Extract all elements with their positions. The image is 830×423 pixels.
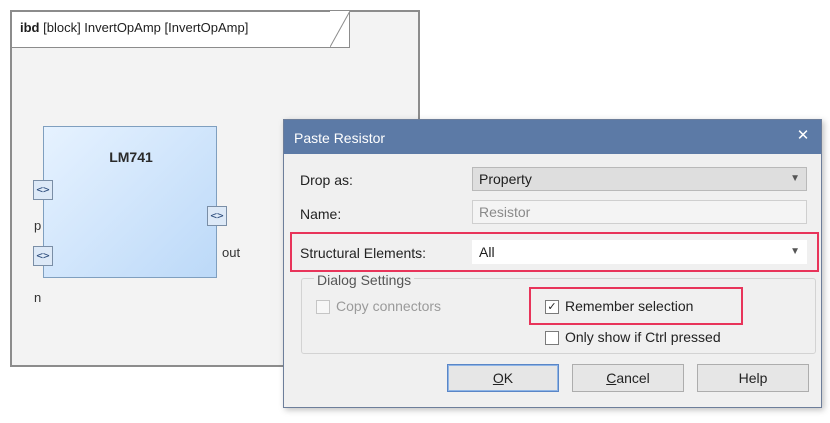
cancel-button[interactable]: Cancel	[572, 364, 684, 392]
port-n-label: n	[34, 290, 42, 305]
block-name: LM741	[109, 149, 153, 165]
port-n-icon[interactable]: <>	[33, 246, 53, 266]
frame-name-tab: ibd [block] InvertOpAmp [InvertOpAmp]	[12, 12, 350, 48]
drop-as-label: Drop as:	[300, 172, 353, 188]
port-out-label: out	[222, 245, 241, 260]
only-show-ctrl-label: Only show if Ctrl pressed	[565, 329, 721, 345]
structural-elements-value: All	[479, 244, 495, 260]
frame-title: ibd [block] InvertOpAmp [InvertOpAmp]	[20, 20, 248, 35]
frame-title-text: [block] InvertOpAmp [InvertOpAmp]	[43, 20, 249, 35]
copy-connectors-label: Copy connectors	[336, 298, 442, 314]
structural-elements-label: Structural Elements:	[300, 245, 427, 261]
remember-selection-checkbox[interactable]: ✓	[545, 300, 559, 314]
chevron-down-icon: ▼	[790, 173, 800, 184]
cancel-button-mnemonic: C	[606, 370, 617, 386]
frame-kind: ibd	[20, 20, 40, 35]
block-lm741[interactable]: LM741	[43, 126, 217, 278]
dialog-settings-legend: Dialog Settings	[314, 272, 415, 288]
dialog-title: Paste Resistor	[294, 130, 386, 146]
paste-resistor-dialog: Paste Resistor ✕ Drop as: Property ▼ Nam…	[283, 119, 822, 408]
drop-as-value: Property	[479, 171, 532, 187]
help-button[interactable]: Help	[697, 364, 809, 392]
ok-button[interactable]: OK	[447, 364, 559, 392]
structural-elements-select[interactable]: All ▼	[472, 240, 807, 264]
chevron-down-icon: ▼	[790, 246, 800, 257]
only-show-ctrl-checkbox[interactable]	[545, 331, 559, 345]
close-icon[interactable]: ✕	[791, 125, 815, 147]
ok-button-mnemonic: O	[492, 370, 504, 386]
frame-tab-corner	[330, 11, 351, 48]
name-label: Name:	[300, 206, 342, 222]
cancel-button-rest: ancel	[616, 370, 650, 386]
remember-selection-label: Remember selection	[565, 298, 694, 314]
dialog-titlebar[interactable]: Paste Resistor ✕	[284, 120, 821, 154]
name-field[interactable]: Resistor	[472, 200, 807, 224]
port-out-icon[interactable]: <>	[207, 206, 227, 226]
copy-connectors-checkbox[interactable]	[316, 300, 330, 314]
ok-button-rest: K	[503, 370, 514, 386]
drop-as-select[interactable]: Property ▼	[472, 167, 807, 191]
port-p-label: p	[34, 218, 42, 233]
port-p-icon[interactable]: <>	[33, 180, 53, 200]
